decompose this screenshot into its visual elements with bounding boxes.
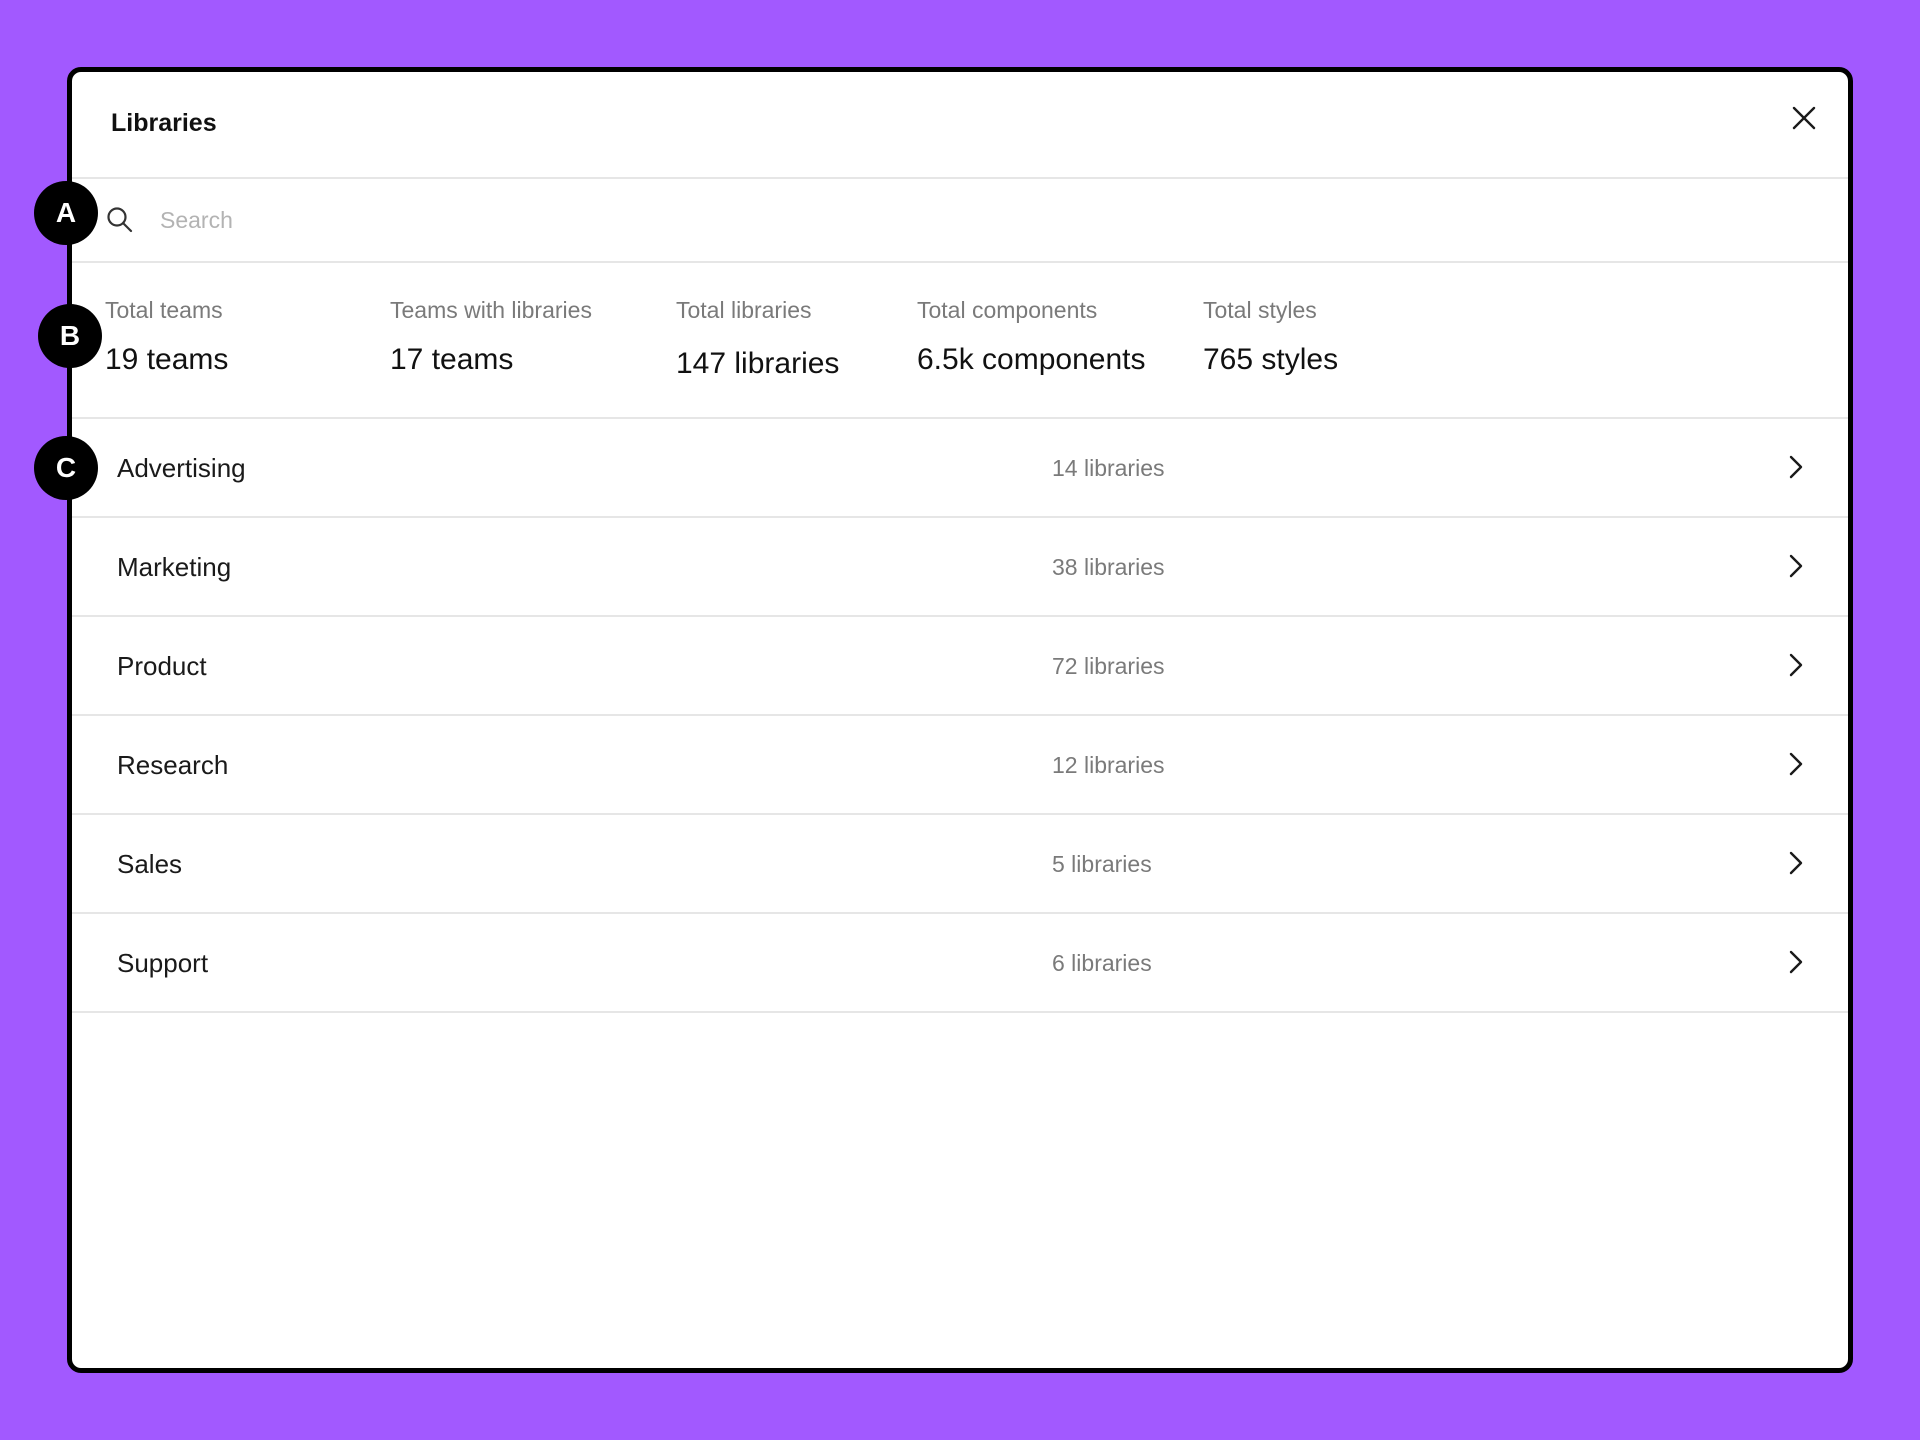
dialog-header: Libraries (72, 72, 1848, 179)
team-row-advertising[interactable]: Advertising 14 libraries (72, 419, 1848, 518)
team-row-sales[interactable]: Sales 5 libraries (72, 815, 1848, 914)
library-count: 72 libraries (1052, 653, 1165, 679)
stats-summary: Total teams 19 teams Teams with librarie… (72, 263, 1848, 419)
library-count: 12 libraries (1052, 752, 1165, 778)
stat-value: 6.5k components (917, 343, 1146, 376)
chevron-right-icon (1789, 653, 1803, 677)
chevron-right-icon (1789, 752, 1803, 776)
team-row-support[interactable]: Support 6 libraries (72, 914, 1848, 1013)
chevron-right-icon (1789, 851, 1803, 875)
close-icon (1792, 106, 1816, 130)
chevron-right-icon (1789, 950, 1803, 974)
team-row-research[interactable]: Research 12 libraries (72, 716, 1848, 815)
search-icon (107, 207, 133, 233)
close-button[interactable] (1784, 98, 1824, 138)
callout-badge-a: A (34, 181, 98, 245)
callout-badge-b: B (38, 304, 102, 368)
team-name: Sales (117, 849, 183, 879)
dialog-title: Libraries (111, 109, 217, 137)
stat-value: 765 styles (1203, 343, 1339, 376)
team-row-product[interactable]: Product 72 libraries (72, 617, 1848, 716)
stat-label: Total teams (105, 297, 223, 323)
chevron-right-icon (1789, 455, 1803, 479)
callout-badge-c: C (34, 436, 98, 500)
team-name: Research (117, 750, 229, 780)
stat-label: Total libraries (676, 297, 812, 323)
team-list: Advertising 14 libraries Marketing 38 li… (72, 419, 1848, 1013)
libraries-dialog: Libraries Total teams 19 teams Teams wit… (67, 67, 1853, 1373)
search-input[interactable] (160, 191, 1760, 249)
stat-label: Total components (917, 297, 1098, 323)
stat-value: 17 teams (390, 343, 514, 376)
library-count: 6 libraries (1052, 950, 1152, 976)
team-row-marketing[interactable]: Marketing 38 libraries (72, 518, 1848, 617)
team-name: Advertising (117, 453, 246, 483)
chevron-right-icon (1789, 554, 1803, 578)
library-count: 5 libraries (1052, 851, 1152, 877)
stat-label: Total styles (1203, 297, 1317, 323)
team-name: Product (117, 651, 207, 681)
library-count: 14 libraries (1052, 455, 1165, 481)
stat-value: 147 libraries (676, 347, 840, 380)
team-name: Support (117, 948, 209, 978)
stat-label: Teams with libraries (390, 297, 592, 323)
team-name: Marketing (117, 552, 232, 582)
search-bar (72, 179, 1848, 263)
library-count: 38 libraries (1052, 554, 1165, 580)
stat-value: 19 teams (105, 343, 229, 376)
